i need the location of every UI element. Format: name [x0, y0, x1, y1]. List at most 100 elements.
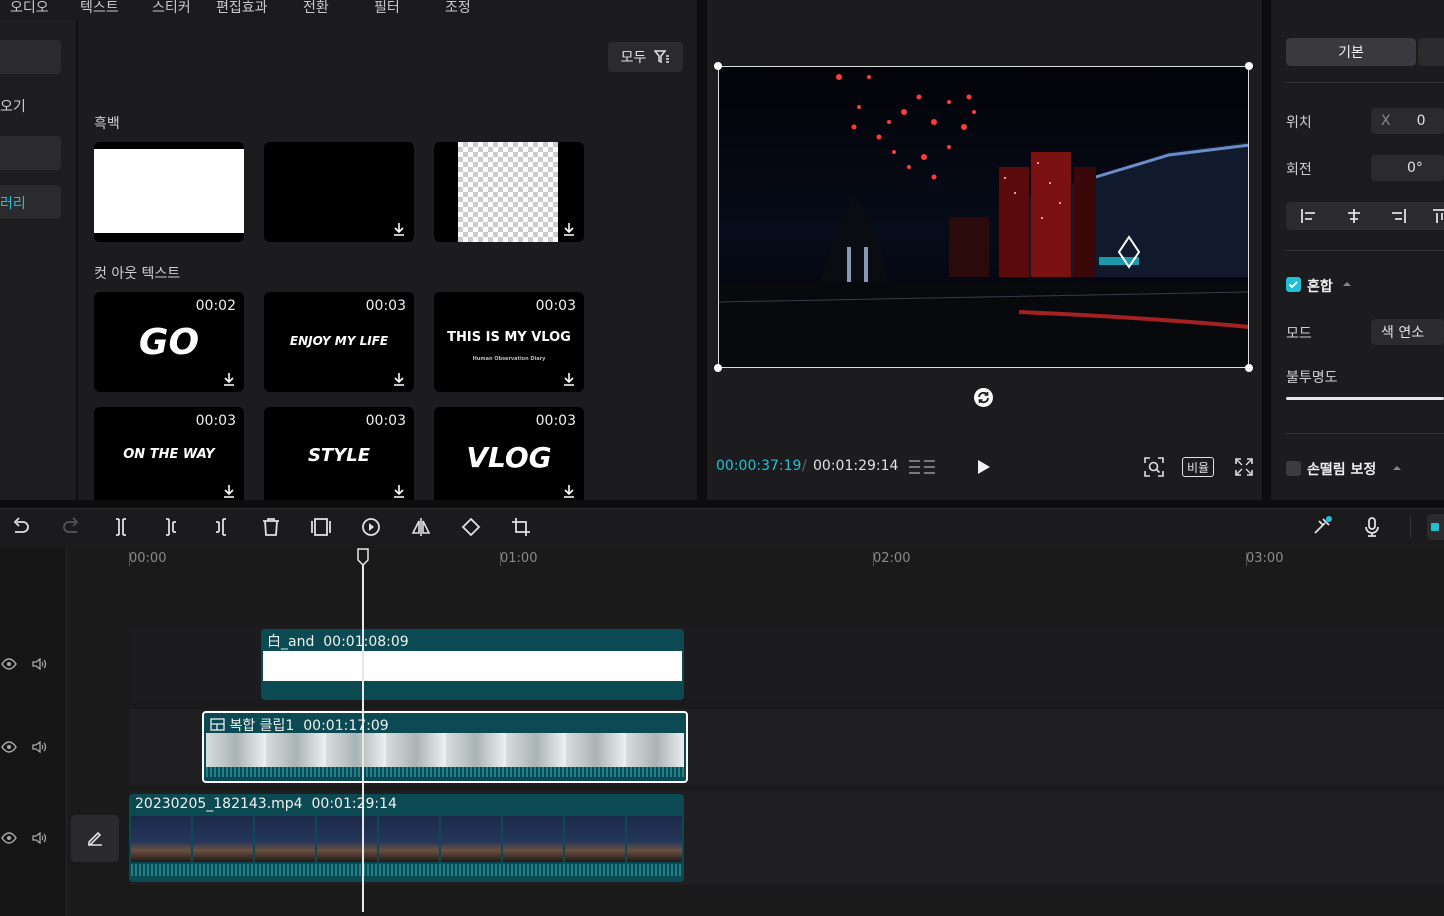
- ruler-tick: [500, 552, 501, 566]
- template-duration: 00:03: [195, 413, 236, 429]
- freeze-frame-icon[interactable]: [310, 516, 332, 538]
- ruler-tick: [129, 552, 130, 566]
- magnet-toggle[interactable]: [1427, 514, 1444, 540]
- timecode-separator: /: [802, 458, 807, 474]
- rotate-icon[interactable]: [973, 387, 994, 408]
- white-frame: [94, 149, 244, 233]
- template-vlog[interactable]: 00:03 VLOG: [434, 407, 584, 500]
- resize-handle-tr[interactable]: [1245, 62, 1253, 70]
- zoom-fit-icon[interactable]: [1143, 456, 1165, 478]
- clip-duration: 00:01:17:09: [303, 718, 389, 734]
- resize-handle-tl[interactable]: [714, 62, 722, 70]
- download-icon[interactable]: [222, 484, 236, 498]
- template-duration: 00:03: [535, 413, 576, 429]
- align-center-icon[interactable]: [1345, 208, 1363, 224]
- cover-edit-button[interactable]: [71, 815, 119, 862]
- category-item-2[interactable]: 오기: [0, 96, 26, 116]
- clip-main-video[interactable]: 20230205_182143.mp4 00:01:29:14: [129, 794, 684, 882]
- tab-text[interactable]: 텍스트: [80, 0, 119, 17]
- eye-icon[interactable]: [1, 832, 17, 844]
- download-icon[interactable]: [222, 372, 236, 386]
- download-icon[interactable]: [392, 484, 406, 498]
- ruler-tick: [873, 552, 874, 566]
- download-icon[interactable]: [562, 222, 576, 236]
- template-duration: 00:03: [365, 298, 406, 314]
- resize-handle-bl[interactable]: [714, 364, 722, 372]
- tab-basic[interactable]: 기본: [1286, 38, 1416, 66]
- stabilize-label: 손떨림 보정: [1307, 462, 1377, 478]
- download-icon[interactable]: [392, 222, 406, 236]
- magic-wand-icon[interactable]: [1310, 516, 1332, 538]
- tab-sticker[interactable]: 스티커: [152, 0, 191, 17]
- mode-dropdown[interactable]: 색 연소: [1371, 319, 1444, 345]
- checker-frame: [458, 142, 558, 242]
- playhead-handle[interactable]: [357, 548, 369, 566]
- eye-icon[interactable]: [1, 658, 17, 670]
- divider: [1286, 433, 1444, 434]
- eye-icon[interactable]: [1, 741, 17, 753]
- template-go[interactable]: 00:02 GO: [94, 292, 244, 392]
- template-title: VLOG: [466, 441, 552, 474]
- opacity-label: 불투명도: [1286, 370, 1338, 386]
- template-on-the-way[interactable]: 00:03 ON THE WAY: [94, 407, 244, 500]
- align-left-icon[interactable]: [1300, 208, 1318, 224]
- tab-transition[interactable]: 전환: [303, 0, 329, 17]
- align-right-icon[interactable]: [1389, 208, 1407, 224]
- redo-icon[interactable]: [60, 516, 82, 538]
- template-white[interactable]: [94, 142, 244, 242]
- tab-adjust[interactable]: 조정: [445, 0, 471, 17]
- playhead-line[interactable]: [362, 560, 364, 912]
- template-transparent[interactable]: [434, 142, 584, 242]
- clip-white-fill: [263, 651, 682, 681]
- clip-name: 白_and: [267, 634, 315, 650]
- speaker-icon[interactable]: [31, 658, 47, 670]
- tab-effects[interactable]: 편집효과: [216, 0, 268, 17]
- play-icon[interactable]: [976, 458, 992, 476]
- template-enjoy[interactable]: 00:03 ENJOY MY LIFE: [264, 292, 414, 392]
- template-duration: 00:03: [365, 413, 406, 429]
- chevron-up-icon[interactable]: [1342, 281, 1352, 287]
- crop-icon[interactable]: [510, 516, 532, 538]
- fullscreen-icon[interactable]: [1234, 457, 1254, 477]
- speaker-icon[interactable]: [31, 741, 47, 753]
- download-icon[interactable]: [562, 372, 576, 386]
- timeline-grid-icon[interactable]: [907, 458, 937, 476]
- trim-left-icon[interactable]: [160, 516, 182, 538]
- filter-button[interactable]: 모두: [608, 42, 683, 72]
- template-black[interactable]: [264, 142, 414, 242]
- category-item-3[interactable]: [0, 136, 61, 170]
- resize-handle-br[interactable]: [1245, 364, 1253, 372]
- delete-icon[interactable]: [260, 516, 282, 538]
- clip-compound-1[interactable]: 복합 클립1 00:01:17:09: [202, 711, 688, 783]
- download-icon[interactable]: [562, 484, 576, 498]
- position-x-field[interactable]: X 0: [1371, 108, 1444, 134]
- microphone-icon[interactable]: [1361, 516, 1383, 538]
- template-duration: 00:02: [195, 298, 236, 314]
- speaker-icon[interactable]: [31, 832, 47, 844]
- undo-icon[interactable]: [10, 516, 32, 538]
- clip-thumbnails: [206, 733, 684, 767]
- trim-right-icon[interactable]: [210, 516, 232, 538]
- video-preview[interactable]: [718, 66, 1249, 368]
- rotation-field[interactable]: 0°: [1371, 155, 1444, 181]
- tab-next[interactable]: [1418, 38, 1444, 66]
- section-title-bw: 흑백: [94, 116, 120, 132]
- template-style[interactable]: 00:03 STYLE: [264, 407, 414, 500]
- aspect-ratio-button[interactable]: 비율: [1182, 457, 1214, 477]
- blend-checkbox[interactable]: [1286, 277, 1301, 292]
- mirror-icon[interactable]: [410, 516, 432, 538]
- opacity-slider[interactable]: [1286, 397, 1444, 400]
- tab-audio[interactable]: 오디오: [10, 0, 49, 17]
- split-icon[interactable]: [110, 516, 132, 538]
- tab-filter[interactable]: 필터: [374, 0, 400, 17]
- track-headers: [0, 548, 67, 916]
- category-item-1[interactable]: [0, 40, 61, 74]
- speed-icon[interactable]: [360, 516, 382, 538]
- template-this-is-my-vlog[interactable]: 00:03 THIS IS MY VLOG Human Observation …: [434, 292, 584, 392]
- align-top-icon[interactable]: [1432, 208, 1444, 224]
- clip-white-and[interactable]: 白_and 00:01:08:09: [261, 629, 684, 700]
- chevron-up-icon[interactable]: [1392, 465, 1402, 471]
- download-icon[interactable]: [392, 372, 406, 386]
- rotate-clip-icon[interactable]: [460, 516, 482, 538]
- stabilize-checkbox[interactable]: [1286, 461, 1301, 476]
